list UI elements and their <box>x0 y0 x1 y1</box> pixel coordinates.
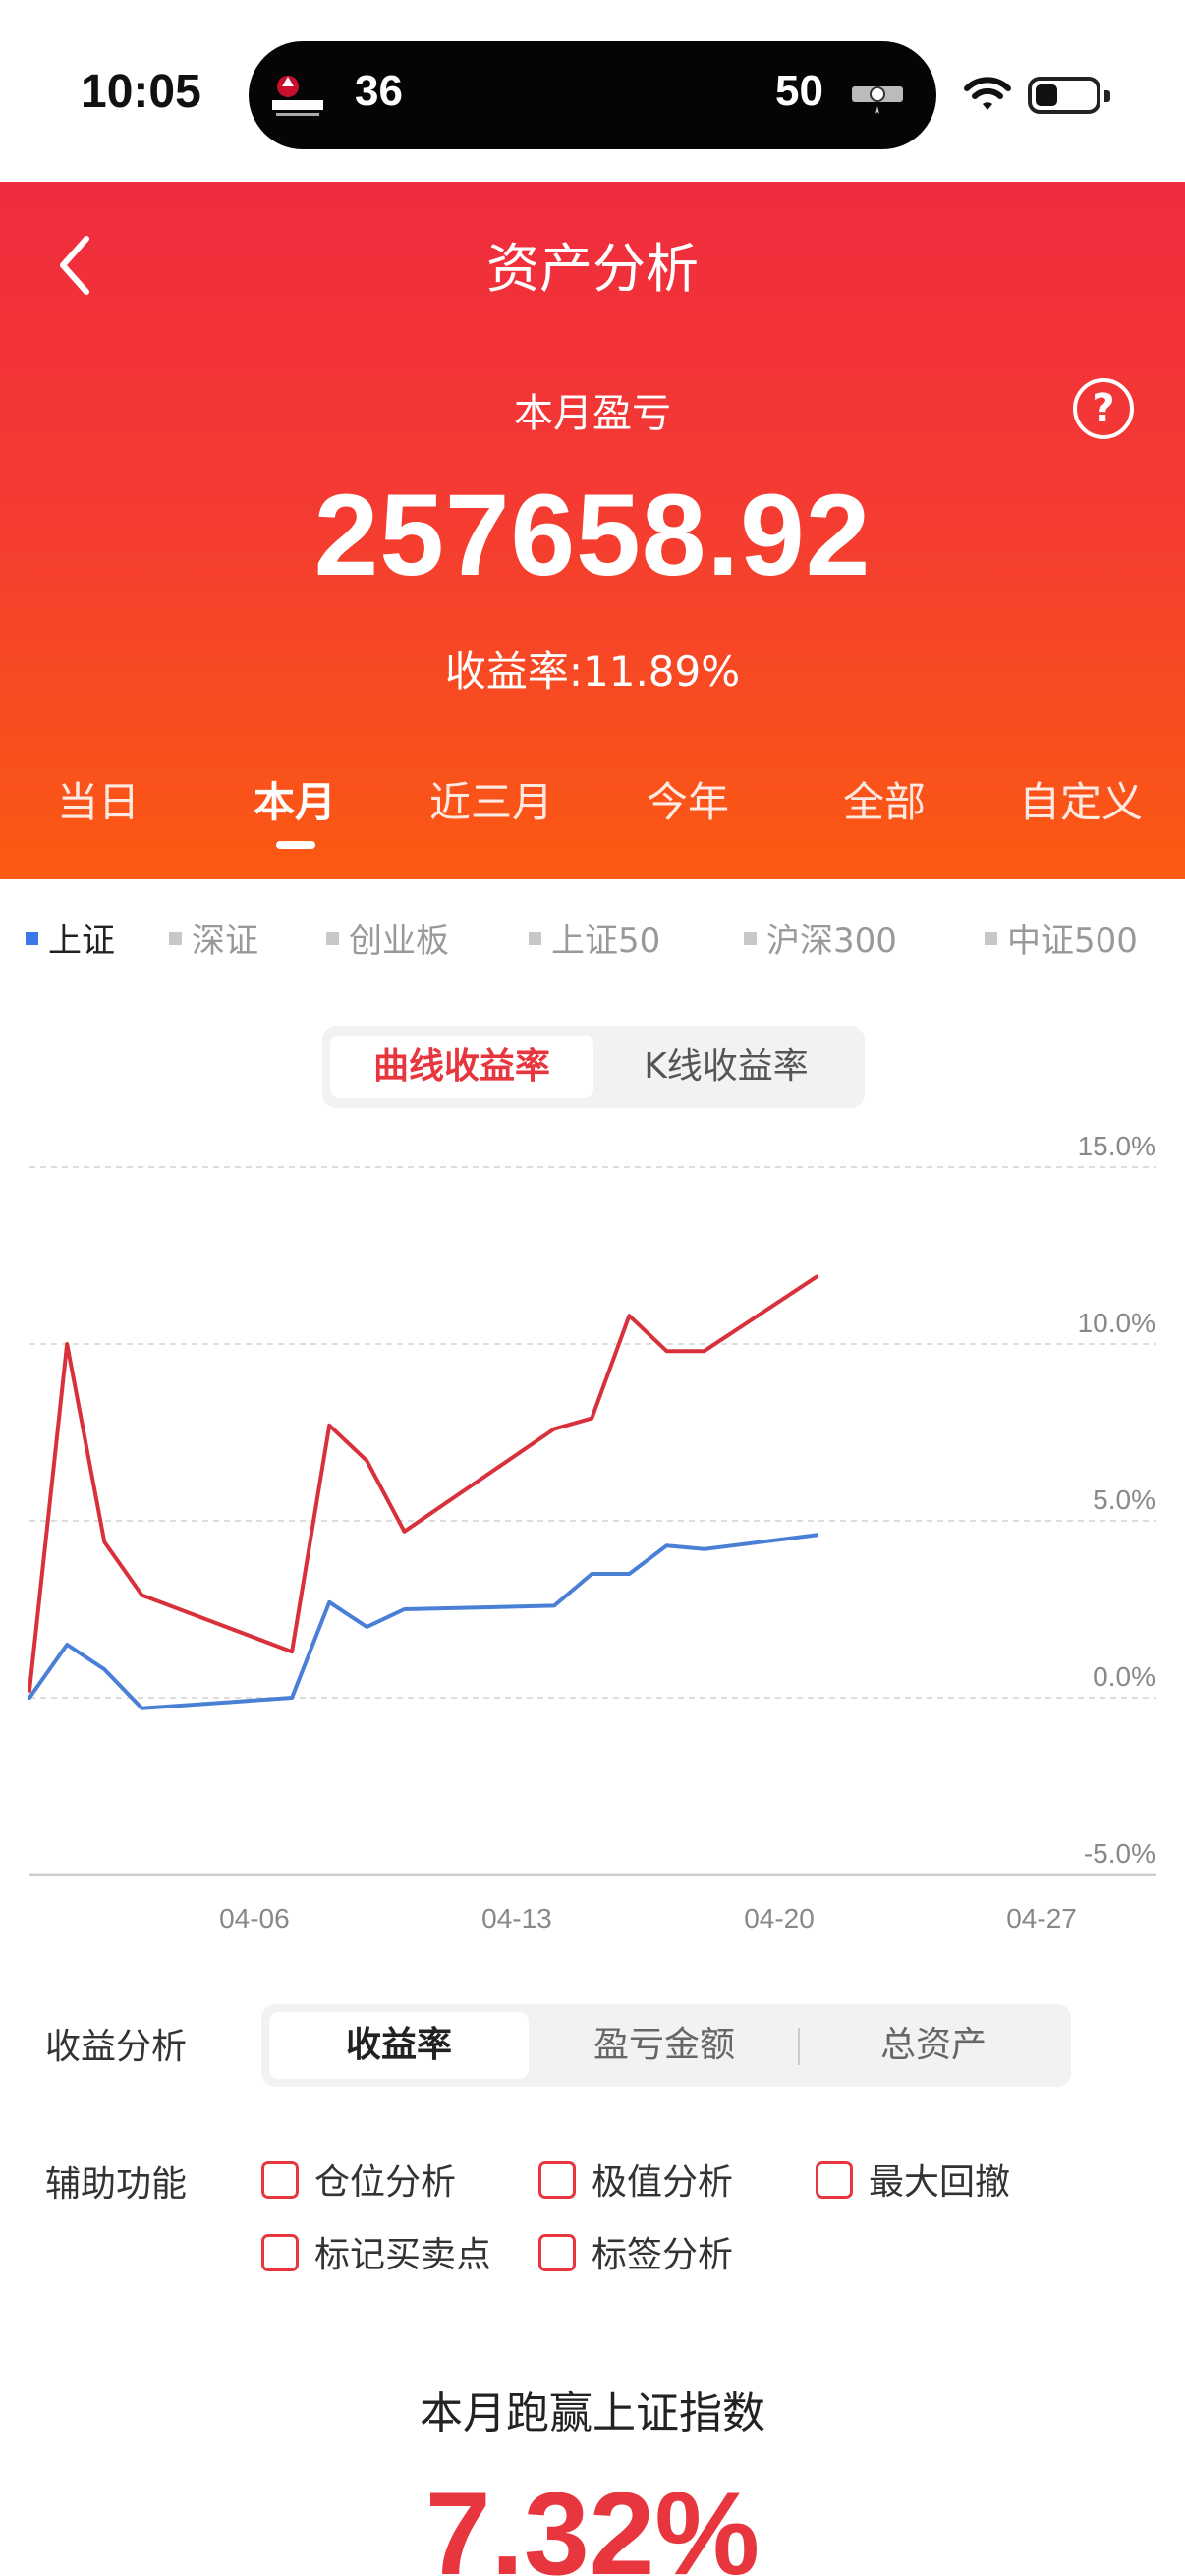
return-rate: 收益率:11.89% <box>444 647 741 696</box>
x-tick-label: 04-20 <box>744 1903 815 1933</box>
segment-divider <box>798 2028 800 2065</box>
analysis-label: 收益分析 <box>45 2027 188 2067</box>
option-total-assets[interactable]: 总资产 <box>804 2012 1063 2079</box>
y-tick-label: 10.0% <box>1078 1308 1156 1338</box>
chart-type-toggle: 曲线收益率 K线收益率 <box>322 1026 865 1108</box>
page-title: 资产分析 <box>486 238 699 300</box>
y-tick-label: 0.0% <box>1093 1661 1156 1692</box>
status-time: 10:05 <box>81 66 201 118</box>
checkbox-position-analysis[interactable]: 仓位分析 <box>261 2154 456 2205</box>
checkbox-max-drawdown[interactable]: 最大回撤 <box>816 2154 1010 2205</box>
y-tick-label: -5.0% <box>1084 1838 1156 1869</box>
checkbox-box <box>816 2161 853 2199</box>
checkbox-box <box>538 2161 576 2199</box>
index-tab-label: 沪深300 <box>766 922 897 961</box>
y-tick-label: 15.0% <box>1078 1131 1156 1161</box>
question-icon[interactable]: ? <box>1073 378 1134 439</box>
index-marker <box>985 932 997 945</box>
beat-index-title: 本月跑赢上证指数 <box>420 2388 765 2438</box>
beat-index-value: 7.32% <box>424 2468 761 2576</box>
x-tick-label: 04-27 <box>1006 1903 1077 1933</box>
aux-label: 辅助功能 <box>45 2164 188 2205</box>
index-selector: 上证 深证 创业板 上证50 沪深300 中证500 <box>0 914 1185 973</box>
index-tab-label: 上证50 <box>551 922 661 961</box>
active-tab-indicator <box>276 841 315 849</box>
tab-this-year[interactable]: 今年 <box>590 769 786 829</box>
checkbox-box <box>261 2161 299 2199</box>
index-tab-chinext[interactable]: 创业板 <box>326 914 449 962</box>
index-tab-label: 创业板 <box>349 922 449 961</box>
checkbox-label: 仓位分析 <box>314 2162 457 2203</box>
checkbox-box <box>261 2234 299 2271</box>
summary-header: 资产分析 本月盈亏 ? 257658.92 收益率:11.89% 当日 本月 近… <box>0 182 1185 879</box>
spurs-logo <box>852 86 903 114</box>
index-tab-szse[interactable]: 深证 <box>169 914 258 962</box>
y-tick-label: 5.0% <box>1093 1484 1156 1515</box>
tab-this-month[interactable]: 本月 <box>197 769 393 829</box>
checkbox-label: 最大回撤 <box>869 2162 1011 2203</box>
index-marker <box>326 932 339 945</box>
analysis-segmented-control: 收益率 盈亏金额 总资产 <box>261 2004 1071 2087</box>
right-team-score: 50 <box>775 67 823 115</box>
curve-return-option[interactable]: 曲线收益率 <box>330 1036 593 1098</box>
portland-logo <box>272 76 323 116</box>
index-tab-label: 中证500 <box>1007 922 1138 961</box>
index-marker <box>529 932 541 945</box>
index-tab-sse[interactable]: 上证 <box>26 914 115 962</box>
index-marker <box>169 932 182 945</box>
index-tab-sse50[interactable]: 上证50 <box>529 914 660 962</box>
tab-three-months[interactable]: 近三月 <box>393 769 590 829</box>
checkbox-extreme-analysis[interactable]: 极值分析 <box>538 2154 733 2205</box>
portfolio-return-line <box>28 1274 819 1693</box>
asset-analysis-screen: 10:05 36 50 资产分析 本月盈亏 ? 257658.92 收益率:11… <box>0 0 1185 2576</box>
index-tab-csi300[interactable]: 沪深300 <box>744 914 897 962</box>
live-activity-island[interactable]: 36 50 <box>249 41 936 149</box>
period-tabs: 当日 本月 近三月 今年 全部 自定义 <box>0 769 1185 848</box>
kline-return-option[interactable]: K线收益率 <box>595 1036 857 1098</box>
index-tab-label: 上证 <box>48 922 115 961</box>
left-team-score: 36 <box>355 67 403 115</box>
checkbox-label: 标签分析 <box>592 2235 734 2275</box>
tab-all[interactable]: 全部 <box>786 769 983 829</box>
month-pnl-amount: 257658.92 <box>313 471 872 600</box>
index-marker <box>744 932 757 945</box>
return-chart[interactable]: 15.0% 10.0% 5.0% 0.0% -5.0% 04-06 04-13 04-20 04… <box>0 1120 1185 1945</box>
x-tick-label: 04-13 <box>481 1903 552 1933</box>
tab-custom[interactable]: 自定义 <box>983 769 1179 829</box>
month-pnl-label: 本月盈亏 <box>514 391 671 436</box>
tab-today[interactable]: 当日 <box>0 769 197 829</box>
option-return-rate[interactable]: 收益率 <box>269 2012 529 2079</box>
index-tab-label: 深证 <box>192 922 258 961</box>
wifi-icon <box>964 77 1011 110</box>
index-tab-csi500[interactable]: 中证500 <box>985 914 1138 962</box>
checkbox-trade-points[interactable]: 标记买卖点 <box>261 2226 491 2277</box>
x-tick-label: 04-06 <box>219 1903 290 1933</box>
checkbox-tag-analysis[interactable]: 标签分析 <box>538 2226 733 2277</box>
battery-icon <box>1028 77 1110 114</box>
checkbox-box <box>538 2234 576 2271</box>
option-pnl-amount[interactable]: 盈亏金额 <box>535 2012 794 2079</box>
index-marker <box>26 932 38 945</box>
checkbox-label: 标记买卖点 <box>314 2235 492 2275</box>
checkbox-label: 极值分析 <box>592 2162 734 2203</box>
index-return-line <box>28 1533 819 1710</box>
status-bar: 10:05 36 50 <box>0 0 1185 182</box>
